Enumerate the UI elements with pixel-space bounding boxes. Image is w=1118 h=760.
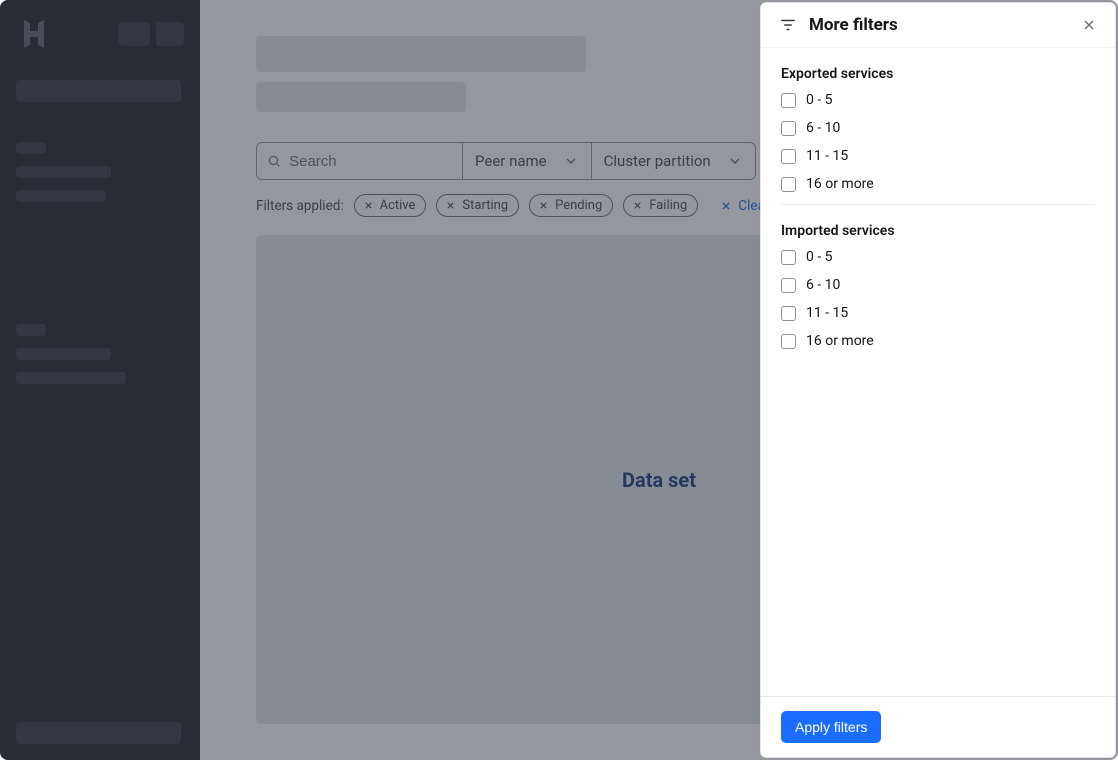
exported-option[interactable]: 6 - 10 bbox=[781, 120, 1095, 136]
exported-services-title: Exported services bbox=[781, 66, 1095, 82]
exported-option[interactable]: 16 or more bbox=[781, 176, 1095, 192]
imported-option[interactable]: 0 - 5 bbox=[781, 249, 1095, 265]
checkbox-label: 0 - 5 bbox=[806, 249, 833, 265]
checkbox[interactable] bbox=[781, 93, 796, 108]
checkbox-label: 16 or more bbox=[806, 333, 874, 349]
close-icon bbox=[1081, 17, 1097, 33]
exported-option[interactable]: 11 - 15 bbox=[781, 148, 1095, 164]
imported-services-title: Imported services bbox=[781, 223, 1095, 239]
checkbox[interactable] bbox=[781, 121, 796, 136]
more-filters-panel: More filters Exported services 0 - 5 6 -… bbox=[760, 2, 1116, 758]
divider bbox=[781, 204, 1095, 205]
checkbox[interactable] bbox=[781, 278, 796, 293]
panel-title: More filters bbox=[809, 15, 898, 35]
checkbox[interactable] bbox=[781, 334, 796, 349]
checkbox-label: 0 - 5 bbox=[806, 92, 833, 108]
apply-filters-button[interactable]: Apply filters bbox=[781, 711, 881, 743]
panel-body: Exported services 0 - 5 6 - 10 11 - 15 1… bbox=[761, 48, 1115, 696]
close-panel-button[interactable] bbox=[1081, 17, 1097, 33]
checkbox-label: 6 - 10 bbox=[806, 277, 840, 293]
imported-services-group: Imported services 0 - 5 6 - 10 11 - 15 1… bbox=[781, 223, 1095, 349]
checkbox[interactable] bbox=[781, 250, 796, 265]
panel-header: More filters bbox=[761, 3, 1115, 48]
imported-option[interactable]: 16 or more bbox=[781, 333, 1095, 349]
checkbox-label: 16 or more bbox=[806, 176, 874, 192]
checkbox[interactable] bbox=[781, 177, 796, 192]
checkbox-label: 6 - 10 bbox=[806, 120, 840, 136]
checkbox-label: 11 - 15 bbox=[806, 148, 848, 164]
panel-footer: Apply filters bbox=[761, 696, 1115, 757]
checkbox-label: 11 - 15 bbox=[806, 305, 848, 321]
checkbox[interactable] bbox=[781, 149, 796, 164]
imported-option[interactable]: 11 - 15 bbox=[781, 305, 1095, 321]
checkbox[interactable] bbox=[781, 306, 796, 321]
exported-services-group: Exported services 0 - 5 6 - 10 11 - 15 1… bbox=[781, 66, 1095, 192]
exported-option[interactable]: 0 - 5 bbox=[781, 92, 1095, 108]
filter-icon bbox=[779, 16, 797, 34]
imported-option[interactable]: 6 - 10 bbox=[781, 277, 1095, 293]
